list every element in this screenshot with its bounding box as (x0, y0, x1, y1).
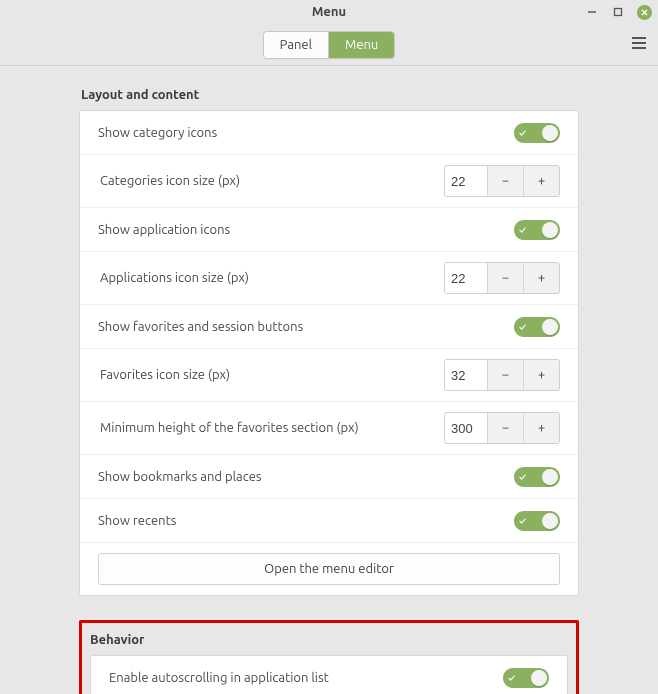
toggle-knob (542, 319, 558, 335)
label-categories-icon-size: Categories icon size (px) (100, 174, 240, 188)
label-applications-icon-size: Applications icon size (px) (100, 271, 249, 285)
check-icon: ✓ (519, 515, 526, 526)
stepper-plus-icon[interactable]: + (523, 360, 559, 390)
stepper-minus-icon[interactable]: − (487, 360, 523, 390)
row-show-category-icons: Show category icons ✓ (80, 111, 578, 155)
row-enable-autoscroll: Enable autoscrolling in application list… (91, 656, 567, 694)
toggle-show-bookmarks[interactable]: ✓ (514, 467, 560, 487)
window-title: Menu (312, 5, 346, 19)
maximize-button[interactable] (611, 5, 625, 19)
hamburger-menu-icon[interactable] (632, 34, 646, 52)
section-heading-layout: Layout and content (81, 88, 579, 102)
spinner-applications-icon-size: − + (444, 262, 560, 294)
window-controls (585, 0, 652, 24)
stepper-minus-icon[interactable]: − (487, 263, 523, 293)
check-icon: ✓ (519, 224, 526, 235)
input-applications-icon-size[interactable] (445, 263, 487, 293)
section-heading-behavior: Behavior (90, 633, 568, 647)
check-icon: ✓ (519, 471, 526, 482)
label-show-recents: Show recents (98, 514, 176, 528)
tab-menu[interactable]: Menu (328, 32, 394, 58)
toggle-enable-autoscroll[interactable]: ✓ (503, 668, 549, 688)
row-applications-icon-size: Applications icon size (px) − + (80, 252, 578, 305)
toggle-show-recents[interactable]: ✓ (514, 511, 560, 531)
highlight-behavior: Behavior Enable autoscrolling in applica… (79, 620, 579, 694)
row-show-recents: Show recents ✓ (80, 499, 578, 543)
spinner-favorites-icon-size: − + (444, 359, 560, 391)
panel-behavior: Enable autoscrolling in application list… (90, 655, 568, 694)
check-icon: ✓ (519, 321, 526, 332)
label-favorites-icon-size: Favorites icon size (px) (100, 368, 230, 382)
label-show-application-icons: Show application icons (98, 223, 230, 237)
content-area: Layout and content Show category icons ✓… (0, 66, 658, 694)
toggle-knob (542, 125, 558, 141)
close-button[interactable] (637, 5, 652, 20)
stepper-minus-icon[interactable]: − (487, 413, 523, 443)
stepper-minus-icon[interactable]: − (487, 166, 523, 196)
check-icon: ✓ (508, 672, 515, 683)
stepper-plus-icon[interactable]: + (523, 166, 559, 196)
titlebar: Menu (0, 0, 658, 24)
label-min-height-fav: Minimum height of the favorites section … (100, 421, 359, 435)
label-show-bookmarks: Show bookmarks and places (98, 470, 262, 484)
stepper-plus-icon[interactable]: + (523, 413, 559, 443)
toggle-knob (531, 670, 547, 686)
row-categories-icon-size: Categories icon size (px) − + (80, 155, 578, 208)
toggle-knob (542, 513, 558, 529)
open-menu-editor-button[interactable]: Open the menu editor (98, 553, 560, 585)
row-show-fav-session: Show favorites and session buttons ✓ (80, 305, 578, 349)
label-show-fav-session: Show favorites and session buttons (98, 320, 303, 334)
tab-bar: Panel Menu (0, 24, 658, 66)
toggle-knob (542, 222, 558, 238)
label-enable-autoscroll: Enable autoscrolling in application list (109, 671, 329, 685)
tab-group: Panel Menu (263, 31, 396, 59)
check-icon: ✓ (519, 127, 526, 138)
input-favorites-icon-size[interactable] (445, 360, 487, 390)
row-open-menu-editor: Open the menu editor (80, 543, 578, 595)
spinner-min-height-fav: − + (444, 412, 560, 444)
minimize-button[interactable] (585, 5, 599, 19)
toggle-show-category-icons[interactable]: ✓ (514, 123, 560, 143)
toggle-show-application-icons[interactable]: ✓ (514, 220, 560, 240)
input-min-height-fav[interactable] (445, 413, 487, 443)
row-favorites-icon-size: Favorites icon size (px) − + (80, 349, 578, 402)
row-show-bookmarks: Show bookmarks and places ✓ (80, 455, 578, 499)
row-min-height-fav: Minimum height of the favorites section … (80, 402, 578, 455)
toggle-show-fav-session[interactable]: ✓ (514, 317, 560, 337)
tab-panel[interactable]: Panel (264, 32, 328, 58)
row-show-application-icons: Show application icons ✓ (80, 208, 578, 252)
label-show-category-icons: Show category icons (98, 126, 217, 140)
panel-layout: Show category icons ✓ Categories icon si… (79, 110, 579, 596)
stepper-plus-icon[interactable]: + (523, 263, 559, 293)
input-categories-icon-size[interactable] (445, 166, 487, 196)
toggle-knob (542, 469, 558, 485)
spinner-categories-icon-size: − + (444, 165, 560, 197)
